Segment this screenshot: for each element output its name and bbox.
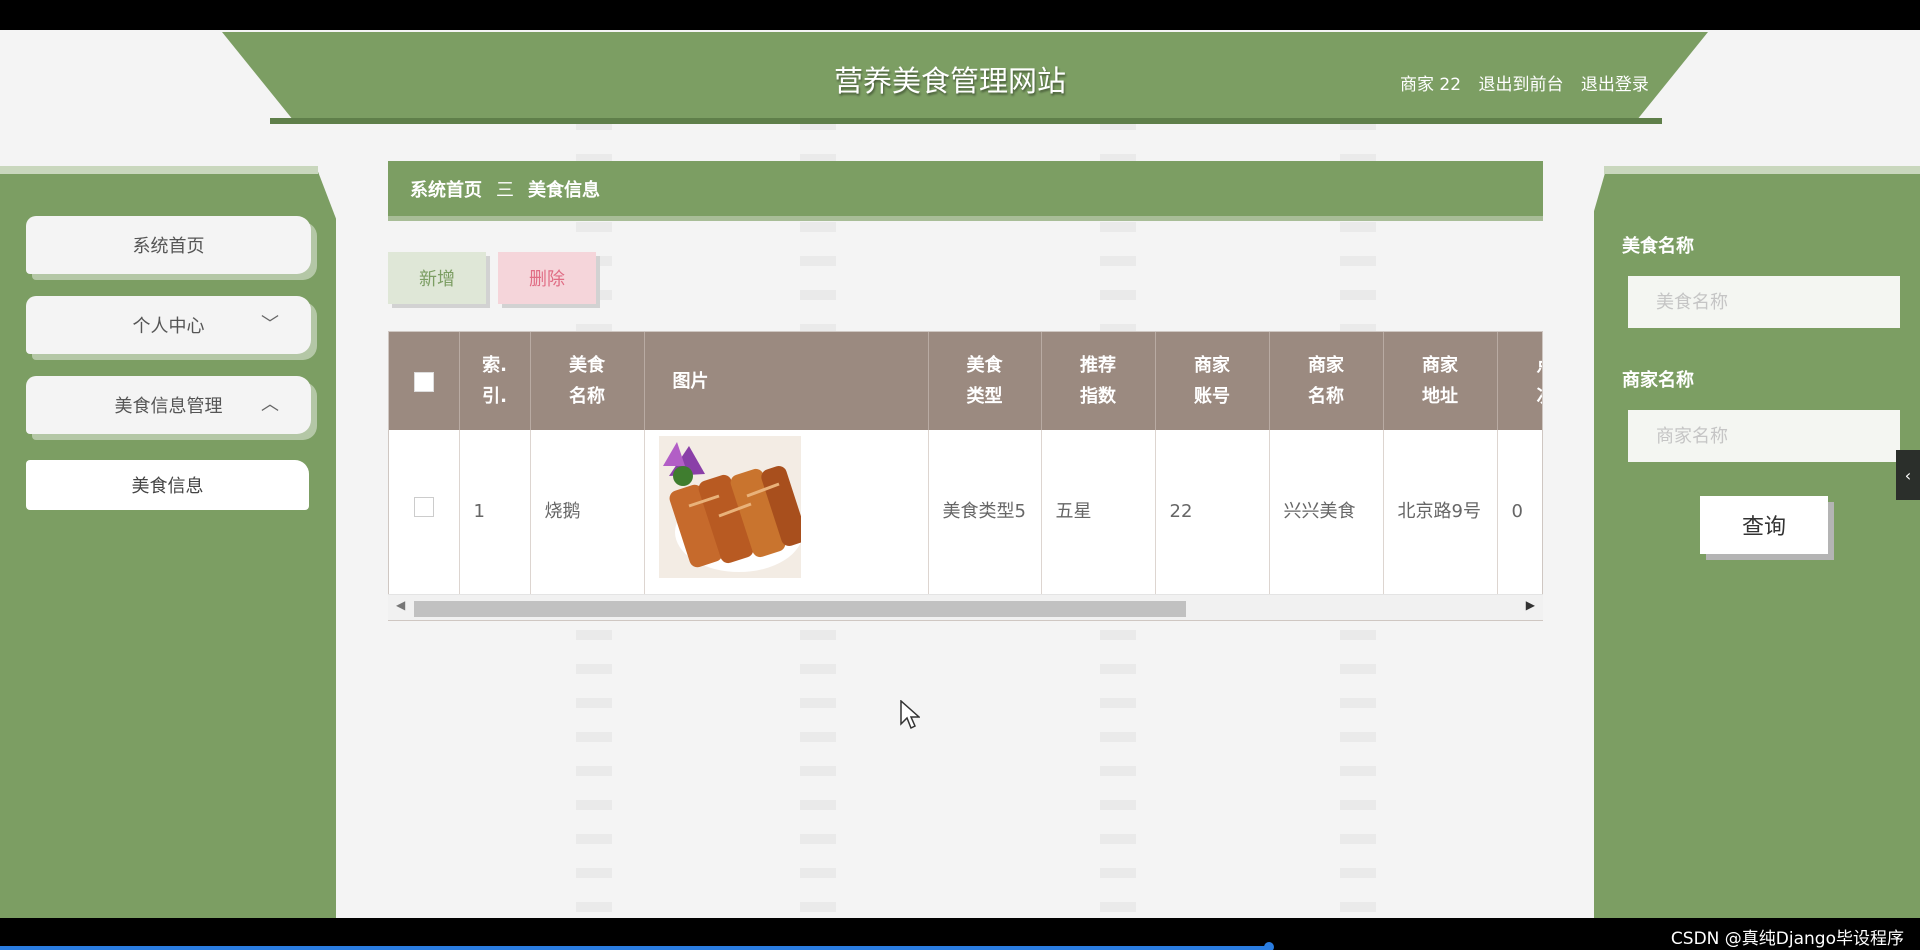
merchant-name-label: 商家名称	[1622, 370, 1694, 391]
table-header-row: 索. 引. 美食 名称 图片 美食 类型 推荐 指数 商家 账号 商家 名称 商…	[389, 332, 1543, 430]
sidebar-item-label: 个人中心	[132, 316, 205, 337]
header-image: 图片	[644, 332, 929, 430]
food-name-input[interactable]	[1628, 276, 1900, 328]
logout-link[interactable]: 退出登录	[1581, 75, 1649, 95]
query-button[interactable]: 查询	[1700, 496, 1828, 554]
header-text: 地址	[1422, 386, 1458, 407]
header-text: 名称	[569, 386, 605, 407]
header-underline	[270, 118, 1662, 124]
cell-image	[644, 430, 929, 594]
back-to-front-link[interactable]: 退出到前台	[1478, 75, 1563, 95]
row-checkbox[interactable]	[413, 497, 434, 517]
food-table: 索. 引. 美食 名称 图片 美食 类型 推荐 指数 商家 账号 商家 名称 商…	[388, 331, 1543, 621]
table-horizontal-scrollbar[interactable]: ◀ ▶	[388, 594, 1543, 620]
cell-merchant-account: 22	[1155, 430, 1270, 594]
cell-merchant-address: 北京路9号	[1383, 430, 1498, 594]
breadcrumb: 系统首页 三 美食信息	[388, 161, 1543, 221]
breadcrumb-home[interactable]: 系统首页	[410, 176, 482, 202]
header-select-all	[389, 332, 460, 430]
cell-clicks: 0	[1497, 430, 1542, 594]
chevron-down-icon: ﹀	[261, 314, 279, 335]
header-merchant-address: 商家 地址	[1383, 332, 1498, 430]
sidebar-item-label: 系统首页	[132, 236, 205, 257]
header-recommend: 推荐 指数	[1041, 332, 1156, 430]
sidebar-item-personal-center[interactable]: 个人中心 ﹀	[26, 296, 311, 354]
delete-button[interactable]: 删除	[498, 252, 596, 304]
panel-toggle-button[interactable]: ‹	[1896, 450, 1920, 500]
sidebar	[0, 166, 336, 918]
sidebar-top-edge	[0, 166, 318, 174]
header-text: 引.	[482, 386, 507, 407]
header-food-name: 美食 名称	[530, 332, 645, 430]
header-text: 账号	[1194, 386, 1230, 407]
header-text: 商家	[1308, 355, 1344, 376]
header-text: 推荐	[1080, 355, 1116, 376]
sidebar-item-food-management[interactable]: 美食信息管理 ︿	[26, 376, 311, 434]
sidebar-item-label: 美食信息管理	[114, 396, 223, 417]
add-button[interactable]: 新增	[388, 252, 486, 304]
header-text: 名称	[1308, 386, 1344, 407]
breadcrumb-separator: 三	[496, 179, 514, 201]
sidebar-item-home[interactable]: 系统首页	[26, 216, 311, 274]
merchant-name-input[interactable]	[1628, 410, 1900, 462]
user-links: 商家 22 退出到前台 退出登录	[1400, 70, 1661, 95]
header-text: 美食	[569, 355, 605, 376]
header-text: 商家	[1422, 355, 1458, 376]
header-merchant-account: 商家 账号	[1155, 332, 1270, 430]
header-text: 索.	[482, 355, 507, 376]
sidebar-subitem-food-info[interactable]: 美食信息	[26, 460, 309, 510]
food-image[interactable]	[658, 436, 807, 578]
scroll-right-icon[interactable]: ▶	[1526, 598, 1535, 612]
video-progress-handle[interactable]	[1264, 942, 1274, 950]
current-user: 商家 22	[1400, 75, 1462, 95]
row-select-cell	[389, 430, 460, 594]
bottom-black-bar: CSDN @真纯Django毕设程序	[0, 918, 1920, 950]
search-panel-top-edge	[1604, 166, 1920, 174]
cell-food-type: 美食类型5	[928, 430, 1042, 594]
header-text: 类型	[966, 386, 1003, 407]
cell-food-name: 烧鹅	[530, 430, 645, 594]
breadcrumb-current: 美食信息	[528, 179, 600, 201]
header-text: 商家	[1194, 355, 1230, 376]
video-progress-bar[interactable]	[0, 946, 1270, 950]
header-text: 美食	[966, 355, 1003, 376]
header-text: 次	[1537, 386, 1543, 407]
select-all-checkbox[interactable]	[413, 371, 434, 392]
header-food-type: 美食 类型	[928, 332, 1042, 430]
header-text: 点	[1537, 355, 1543, 376]
scroll-left-icon[interactable]: ◀	[396, 598, 405, 612]
table-row[interactable]: 1 烧鹅 美食类型5 五星 22 兴兴美食 北京路9号 0	[389, 430, 1542, 594]
cell-recommend: 五星	[1041, 430, 1156, 594]
chevron-up-icon: ︿	[261, 394, 279, 415]
site-title: 营养美食管理网站	[833, 64, 1066, 98]
mouse-cursor-icon	[900, 700, 920, 730]
scrollbar-thumb[interactable]	[414, 601, 1186, 617]
header-merchant-name: 商家 名称	[1269, 332, 1384, 430]
header-index: 索. 引.	[459, 332, 531, 430]
cell-index: 1	[459, 430, 531, 594]
top-black-bar	[0, 0, 1920, 30]
chevron-left-icon: ‹	[1904, 465, 1912, 485]
header-clicks: 点 次	[1497, 332, 1543, 430]
watermark-credit: CSDN @真纯Django毕设程序	[1670, 929, 1904, 949]
cell-merchant-name: 兴兴美食	[1269, 430, 1384, 594]
food-name-label: 美食名称	[1622, 236, 1694, 257]
sidebar-subitem-label: 美食信息	[131, 476, 204, 497]
header-text: 指数	[1080, 386, 1116, 407]
